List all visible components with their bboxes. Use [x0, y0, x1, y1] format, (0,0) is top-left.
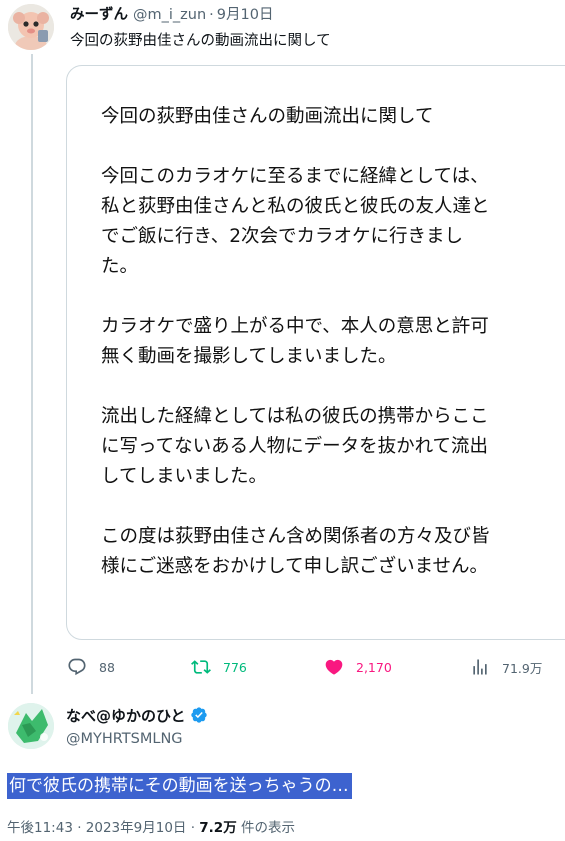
image-card[interactable]: 今回の荻野由佳さんの動画流出に関して 今回このカラオケに至るまでに経緯としては、…: [66, 65, 565, 640]
thread-line: [31, 54, 33, 694]
verified-icon: [190, 706, 208, 730]
retweet-button[interactable]: 776: [191, 656, 247, 678]
avatar[interactable]: [8, 4, 54, 50]
separator: ·: [209, 7, 214, 23]
tweet-text: 今回の荻野由佳さんの動画流出に関して: [70, 33, 331, 49]
card-paragraph: カラオケで盛り上がる中で、本人の意思と許可 無く動画を撮影してしまいました。: [101, 316, 489, 367]
tweet-date[interactable]: 9月10日: [217, 7, 274, 23]
author-handle[interactable]: @m_i_zun: [133, 7, 206, 23]
reply-header: なべ@ゆかのひと: [66, 705, 208, 730]
retweet-icon: [191, 657, 211, 677]
like-count: 2,170: [356, 659, 392, 675]
card-paragraph: 今回このカラオケに至るまでに経緯としては、 私と荻野由佳さんと私の彼氏と彼氏の友…: [101, 166, 490, 277]
reply-author-name[interactable]: なべ@ゆかのひと: [66, 707, 186, 725]
reply-count: 88: [99, 659, 115, 675]
reply-meta: 午後11:43 · 2023年9月10日 · 7.2万 件の表示: [7, 818, 295, 838]
reply-text: 何で彼氏の携帯にその動画を送っちゃうの…: [7, 773, 352, 799]
like-button[interactable]: 2,170: [324, 656, 392, 678]
reply-icon: [67, 657, 87, 677]
card-paragraph: この度は荻野由佳さん含め関係者の方々及び皆 様にご迷惑をおかけして申し訳ございま…: [101, 526, 490, 577]
card-text: 今回の荻野由佳さんの動画流出に関して 今回このカラオケに至るまでに経緯としては、…: [101, 102, 561, 612]
reply-time[interactable]: 午後11:43 · 2023年9月10日 ·: [7, 820, 199, 836]
views-count: 71.9万: [502, 660, 543, 676]
action-bar: 88 776 2,170 71.9万: [0, 656, 565, 678]
tweet-header: みーずん @m_i_zun · 9月10日: [70, 5, 273, 25]
author-name[interactable]: みーずん: [70, 7, 128, 23]
views-icon: [470, 657, 490, 677]
views-button[interactable]: 71.9万: [470, 656, 542, 678]
reply-views-label: 件の表示: [236, 820, 295, 836]
card-paragraph: 今回の荻野由佳さんの動画流出に関して: [101, 106, 434, 127]
retweet-count: 776: [223, 659, 247, 675]
heart-icon: [324, 657, 344, 677]
avatar[interactable]: [8, 703, 54, 749]
reply-author-handle[interactable]: @MYHRTSMLNG: [66, 729, 183, 749]
reply-button[interactable]: 88: [67, 656, 115, 678]
reply-views-count: 7.2万: [199, 820, 237, 836]
card-paragraph: 流出した経緯としては私の彼氏の携帯からここ に写ってないある人物にデータを抜かれ…: [101, 406, 489, 487]
